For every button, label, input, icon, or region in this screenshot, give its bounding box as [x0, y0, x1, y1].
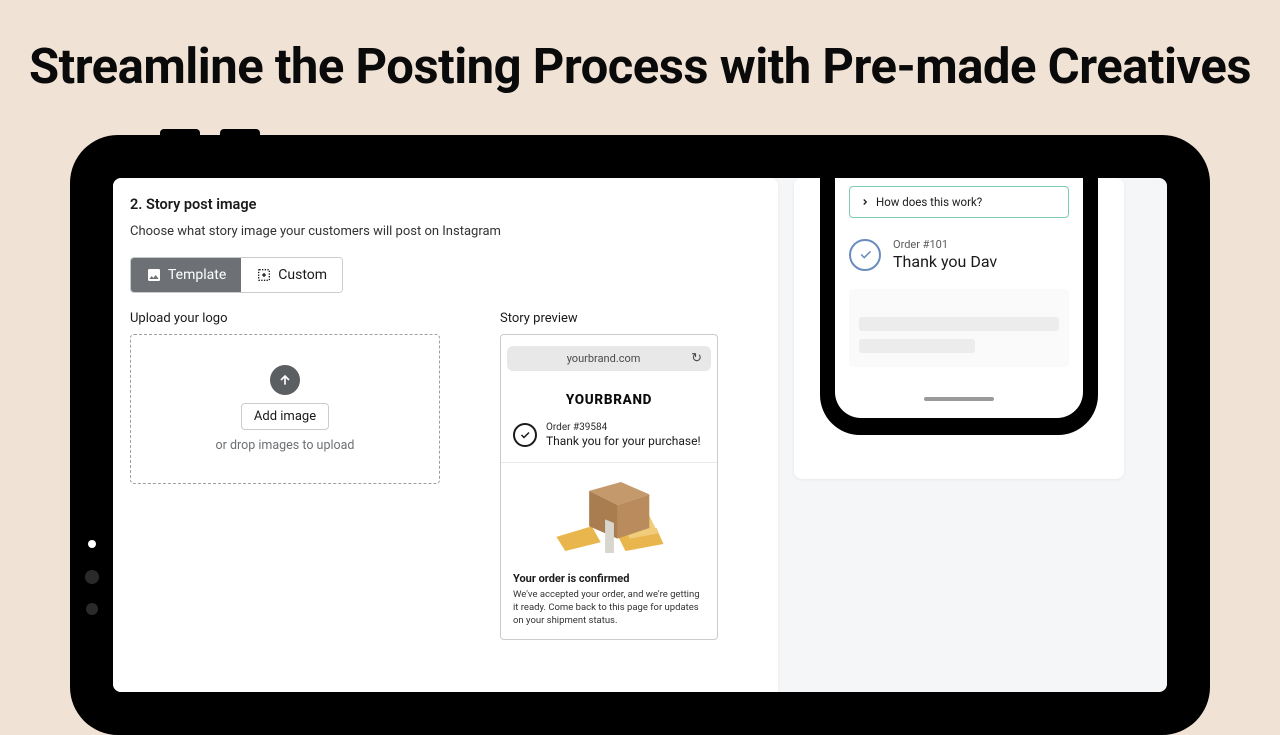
home-indicator: [924, 397, 994, 401]
preview-brand: YOURBRAND: [501, 377, 717, 418]
template-toggle-button[interactable]: Template: [131, 258, 241, 292]
logo-dropzone[interactable]: Add image or drop images to upload: [130, 334, 440, 484]
tablet-frame: 2. Story post image Choose what story im…: [70, 135, 1210, 735]
template-toggle-label: Template: [168, 267, 226, 283]
refresh-icon: ↻: [691, 351, 702, 366]
drop-hint: or drop images to upload: [215, 438, 354, 453]
phone-thank-you: Thank you Dav: [893, 252, 997, 271]
phone-mock: How does this work? Order #101 Thank you…: [820, 178, 1098, 435]
custom-icon: [256, 267, 272, 283]
package-illustration: [501, 462, 717, 562]
custom-toggle-label: Custom: [278, 267, 327, 283]
preview-url-bar: yourbrand.com ↻: [507, 346, 711, 371]
skeleton-line: [859, 317, 1059, 331]
preview-thank-you: Thank you for your purchase!: [546, 434, 701, 448]
chevron-right-icon: [860, 197, 870, 207]
confirm-heading: Your order is confirmed: [513, 572, 705, 585]
add-image-button[interactable]: Add image: [241, 403, 329, 430]
story-post-image-panel: 2. Story post image Choose what story im…: [113, 178, 778, 692]
upload-icon: [270, 365, 300, 395]
how-label: How does this work?: [876, 195, 982, 209]
custom-toggle-button[interactable]: Custom: [241, 258, 342, 292]
preview-order-number: Order #39584: [546, 422, 701, 433]
phone-order-number: Order #101: [893, 238, 997, 251]
story-preview-card: yourbrand.com ↻ YOURBRAND Order #: [500, 334, 718, 640]
image-source-toggle: Template Custom: [130, 257, 343, 293]
skeleton-line: [859, 339, 975, 353]
upload-label: Upload your logo: [130, 311, 440, 326]
preview-label: Story preview: [500, 311, 718, 326]
section-subtitle: Choose what story image your customers w…: [130, 224, 761, 239]
section-title: 2. Story post image: [130, 196, 761, 213]
image-icon: [146, 267, 162, 283]
how-does-this-work-card[interactable]: How does this work?: [849, 186, 1069, 218]
checkmark-icon: [513, 423, 537, 447]
confirm-paragraph: We've accepted your order, and we're get…: [513, 589, 705, 627]
preview-domain: yourbrand.com: [516, 352, 691, 365]
page-headline: Streamline the Posting Process with Pre-…: [0, 0, 1280, 95]
check-icon: [849, 239, 881, 271]
side-panel: How does this work? Order #101 Thank you…: [794, 178, 1124, 692]
